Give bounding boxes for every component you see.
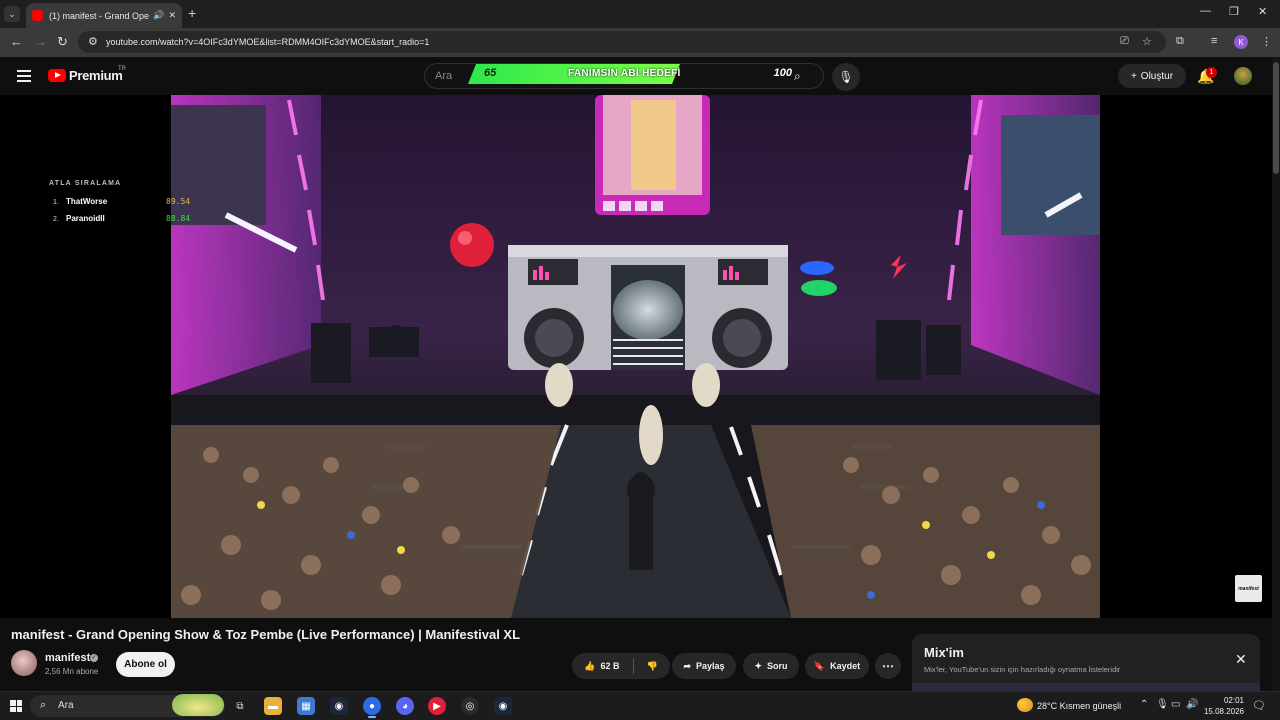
goal-end-value: 100 [773, 67, 792, 79]
clock-date: 15.08.2026 [1203, 707, 1244, 716]
channel-name[interactable]: manifest [45, 652, 90, 664]
ranking-number: 2. [53, 216, 59, 223]
ranking-number: 1. [53, 199, 59, 206]
url-text[interactable]: youtube.com/watch?v=4OIFc3dYMOE&list=RDM… [106, 37, 429, 47]
share-label: Paylaş [696, 661, 725, 671]
ranking-score: 89.54 [166, 197, 191, 206]
taskbar-search-icon: ⌕ [40, 699, 47, 711]
goal-title: FANIMSIN ABİ HEDEFİ [568, 68, 681, 79]
browser-menu-icon[interactable]: ⋮ [1261, 35, 1272, 48]
dislike-button[interactable]: 👎 [647, 661, 658, 672]
clock-time: 02:01 [1223, 696, 1244, 705]
reload-icon[interactable]: ↻ [57, 34, 68, 50]
chrome-icon[interactable]: ● [363, 697, 381, 718]
like-dislike-group: 👍 62 B 👎 [572, 653, 670, 679]
restore-icon[interactable]: ❐ [1229, 5, 1239, 18]
video-player[interactable] [171, 95, 1100, 618]
mix-playlist-item[interactable] [912, 683, 1260, 691]
bookmark-star-icon[interactable]: ☆ [1142, 35, 1152, 48]
obs-icon[interactable]: ◎ [461, 697, 479, 715]
search-input[interactable]: Ara [435, 70, 452, 82]
minimize-icon[interactable]: — [1200, 5, 1211, 17]
share-arrow-icon: ➦ [683, 660, 691, 671]
youtube-premium-logo[interactable]: Premium [69, 68, 123, 83]
task-view-icon[interactable]: ⧉ [231, 697, 249, 715]
discord-icon[interactable]: ◕ [396, 697, 414, 715]
goal-start-value: 65 [484, 67, 497, 79]
show-hidden-icons-icon[interactable]: ⌃ [1140, 699, 1148, 710]
share-button[interactable]: ➦ Paylaş [672, 653, 736, 679]
site-info-icon[interactable]: ⚙ [88, 35, 98, 48]
network-icon[interactable]: ▭ [1171, 699, 1180, 710]
like-count: 62 B [600, 661, 620, 671]
taskbar-search-input[interactable]: Ara [58, 700, 74, 711]
save-label: Kaydet [830, 661, 861, 671]
create-label: Oluştur [1140, 70, 1174, 82]
video-title: manifest - Grand Opening Show & Toz Pemb… [11, 627, 521, 642]
ranking-name: ThatWorse [66, 197, 108, 206]
thumbs-down-icon: 👎 [646, 660, 658, 671]
youtube-favicon-icon [32, 10, 43, 21]
subscribe-button[interactable]: Abone ol [116, 652, 175, 677]
close-tab-icon[interactable]: ✕ [168, 10, 176, 21]
microsoft-store-icon[interactable]: ▦ [297, 697, 315, 715]
microphone-icon[interactable]: 🎙 [832, 63, 860, 91]
region-code: TR [118, 66, 126, 72]
ranking-title: ATLA SIRALAMA [49, 180, 122, 187]
subscriber-count: 2,56 Mn abone [45, 667, 99, 676]
verified-check-icon: ✓ [90, 654, 98, 662]
hamburger-menu-icon[interactable] [17, 70, 31, 82]
account-avatar[interactable] [1234, 67, 1252, 85]
sparkle-icon: ✦ [754, 660, 763, 671]
goal-overlay-bar: 65 FANIMSIN ABİ HEDEFİ 100 [468, 64, 794, 84]
ranking-name: ParanoidII [66, 214, 105, 223]
close-mix-icon[interactable]: ✕ [1235, 651, 1247, 668]
ask-button[interactable]: ✦ Soru [743, 653, 799, 679]
video-frame-concert-stage [171, 95, 1100, 618]
watermark-text: manifest [1238, 585, 1259, 592]
steam-icon[interactable]: ◉ [330, 697, 348, 715]
cast-icon[interactable]: ⎚ [1120, 35, 1129, 48]
plus-icon: + [1130, 70, 1137, 82]
mix-title: Mix'im [924, 645, 964, 660]
ranking-score: 88.84 [166, 214, 191, 223]
youtube-music-icon[interactable]: ▶ [428, 697, 446, 715]
like-button[interactable]: 👍 62 B [584, 661, 619, 672]
weather-icon[interactable] [1017, 698, 1033, 712]
channel-avatar[interactable] [11, 650, 37, 676]
channel-watermark[interactable]: manifest [1235, 575, 1262, 602]
volume-icon[interactable]: 🔊 [1186, 699, 1198, 710]
save-button[interactable]: 🔖 Kaydet [805, 653, 869, 679]
windows-start-icon[interactable] [10, 700, 22, 712]
close-window-icon[interactable]: ✕ [1258, 5, 1267, 18]
bookmark-icon: 🔖 [813, 660, 826, 671]
create-button[interactable]: + Oluştur [1118, 64, 1186, 88]
divider [632, 658, 634, 674]
search-icon[interactable]: ⌕ [794, 69, 801, 84]
steam-client-icon[interactable]: ◉ [494, 697, 512, 715]
microphone-tray-icon[interactable]: 🎙 [1156, 699, 1169, 710]
search-highlight-image[interactable] [172, 694, 224, 716]
new-tab-button[interactable]: + [188, 6, 196, 20]
notification-center-icon[interactable]: 🗨 [1252, 699, 1266, 712]
tab-search-button[interactable]: ⌄ [4, 6, 20, 22]
file-explorer-icon[interactable]: ▬ [264, 697, 282, 715]
mix-subtitle: Mix'ler, YouTube'un sizin için hazırladı… [924, 665, 1121, 674]
thumbs-up-icon: 👍 [584, 660, 596, 671]
more-actions-icon[interactable]: ⋯ [875, 653, 901, 679]
tab-title: (1) manifest - Grand Opening Show & Toz … [49, 10, 150, 21]
weather-text[interactable]: 28°C Kısmen güneşli [1037, 701, 1121, 711]
back-icon[interactable]: ← [10, 34, 23, 50]
extensions-icon[interactable]: ⧉ [1176, 35, 1184, 48]
reading-list-icon[interactable]: ≡ [1211, 35, 1217, 47]
clock[interactable]: 02:01 15.08.2026 [1202, 695, 1244, 717]
profile-avatar[interactable]: K [1234, 35, 1248, 49]
notification-count-badge: 1 [1206, 67, 1217, 78]
youtube-logo-icon[interactable] [48, 69, 66, 82]
speaker-icon[interactable]: 🔊 [153, 10, 164, 21]
ask-label: Soru [767, 661, 788, 671]
forward-icon[interactable]: → [34, 34, 47, 50]
scrollbar-thumb[interactable] [1273, 62, 1279, 174]
browser-tab[interactable]: (1) manifest - Grand Opening Show & Toz … [26, 3, 182, 28]
